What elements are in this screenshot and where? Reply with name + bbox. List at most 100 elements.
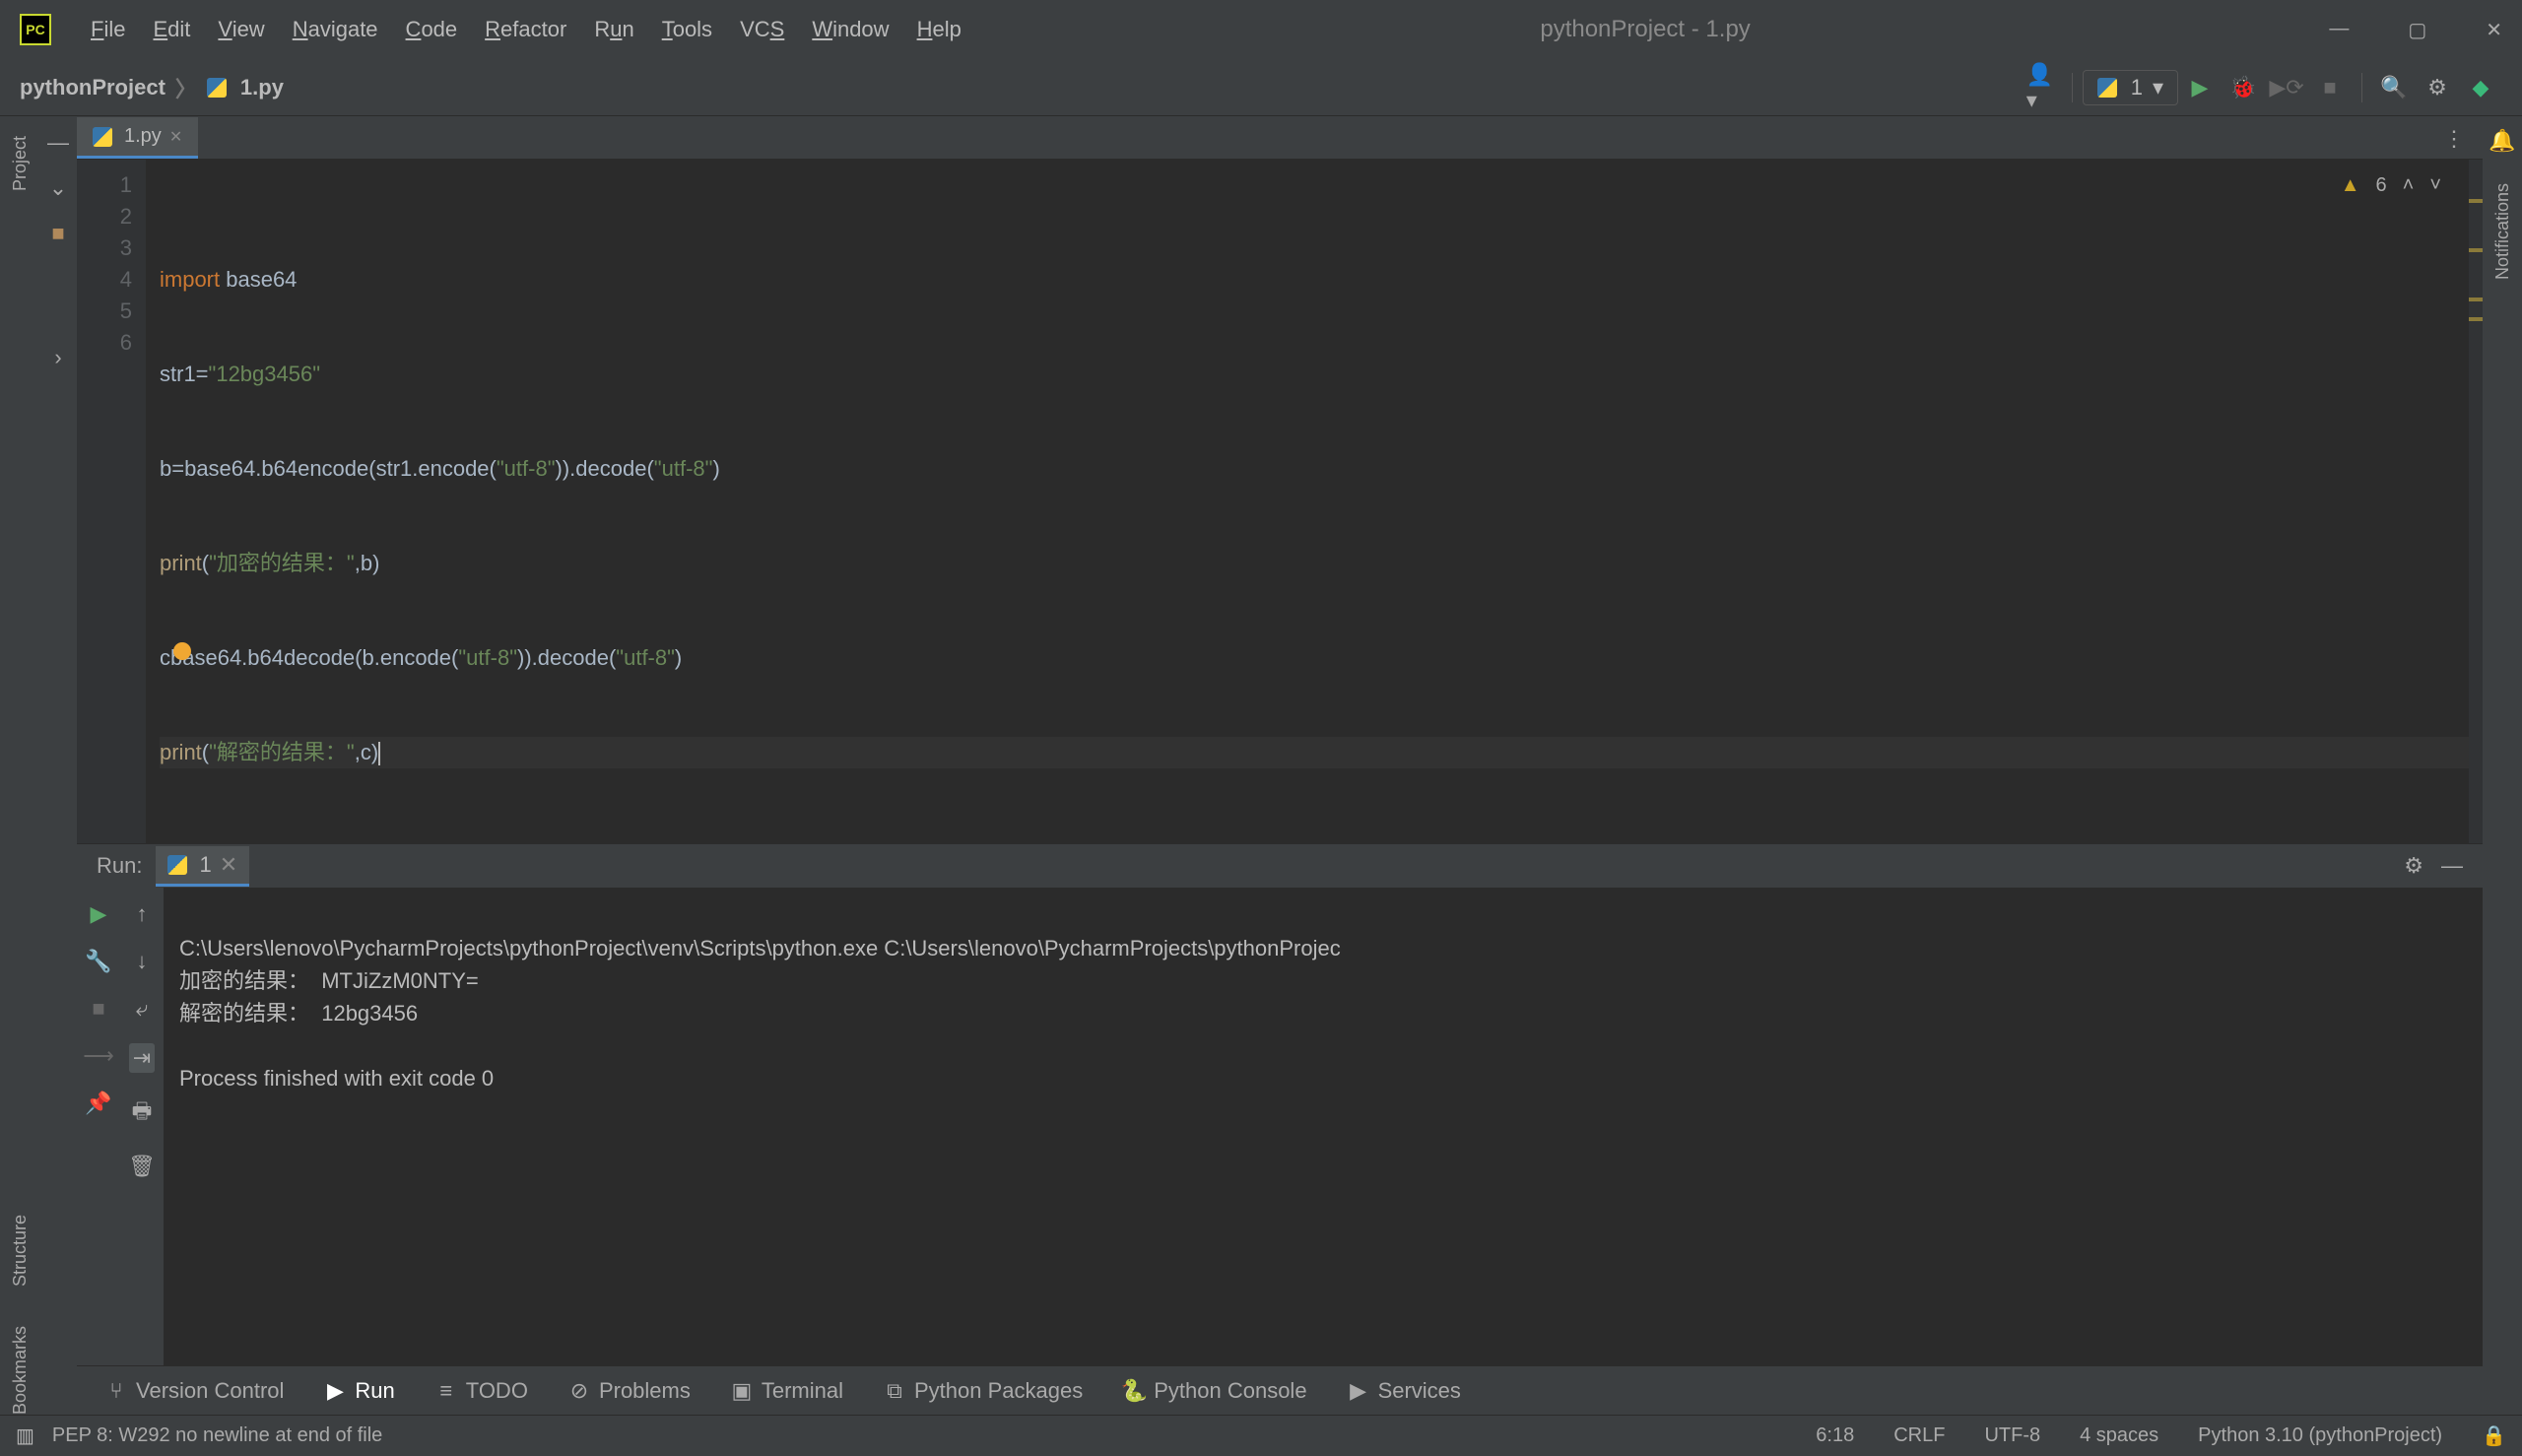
stop-run-icon[interactable]: ■ xyxy=(92,996,104,1022)
right-tool-stripe: 🔔 Notifications xyxy=(2483,116,2522,1415)
interpreter-widget[interactable]: Python 3.10 (pythonProject) xyxy=(2198,1424,2442,1447)
warning-mark[interactable] xyxy=(2469,248,2483,252)
run-button[interactable]: ▶ xyxy=(2186,74,2214,101)
code-token: "utf-8" xyxy=(616,645,675,670)
soft-wrap-icon[interactable]: ⤶ xyxy=(136,996,148,1022)
coverage-button[interactable]: ▶⟳ xyxy=(2273,74,2300,101)
menu-code[interactable]: Code xyxy=(406,17,458,42)
run-config-selector[interactable]: 1 ▾ xyxy=(2083,70,2178,105)
hide-tool-icon[interactable]: — xyxy=(2441,853,2463,879)
bottom-tool-strip: ⑂Version Control ▶Run ≡TODO ⊘Problems ▣T… xyxy=(77,1365,2483,1415)
folder-icon[interactable]: ■ xyxy=(51,221,64,246)
error-stripe[interactable] xyxy=(2469,160,2483,843)
editor-tab[interactable]: 1.py ✕ xyxy=(77,117,198,159)
warning-mark[interactable] xyxy=(2469,317,2483,321)
pycharm-icon: PC xyxy=(20,14,51,45)
debug-button[interactable]: 🐞 xyxy=(2229,74,2257,101)
code-token: "解密的结果：" xyxy=(209,740,355,764)
breadcrumb-file[interactable]: 1.py xyxy=(240,75,284,100)
add-user-icon[interactable]: 👤▾ xyxy=(2026,74,2054,101)
lock-icon[interactable]: 🔒 xyxy=(2482,1423,2506,1448)
menu-run[interactable]: Run xyxy=(594,17,633,42)
services-button[interactable]: ▶Services xyxy=(1349,1378,1461,1404)
warning-mark[interactable] xyxy=(2469,199,2483,203)
packages-icon: ⧉ xyxy=(885,1381,904,1401)
menu-help[interactable]: Help xyxy=(917,17,962,42)
close-run-tab-icon[interactable]: ✕ xyxy=(220,852,237,878)
maximize-icon[interactable]: ▢ xyxy=(2408,18,2426,42)
print-icon[interactable]: 🖶 xyxy=(132,1094,153,1132)
scroll-to-end-icon[interactable]: ⇥ xyxy=(129,1043,155,1073)
notifications-tool-button[interactable]: Notifications xyxy=(2492,183,2513,280)
status-widgets-icon[interactable]: ▥ xyxy=(16,1423,34,1448)
inspection-widget[interactable]: ▲ 6 ˄ ˅ xyxy=(2341,169,2441,201)
toolbox-icon[interactable]: ◆ xyxy=(2467,74,2494,101)
python-packages-button[interactable]: ⧉Python Packages xyxy=(885,1378,1083,1404)
notifications-bell-icon[interactable]: 🔔 xyxy=(2489,128,2515,154)
intention-bulb-icon[interactable] xyxy=(173,642,191,660)
close-tab-icon[interactable]: ✕ xyxy=(169,127,182,147)
terminal-button[interactable]: ▣Terminal xyxy=(732,1378,843,1404)
version-control-button[interactable]: ⑂Version Control xyxy=(106,1378,284,1404)
warning-mark[interactable] xyxy=(2469,298,2483,301)
exit-icon[interactable]: ⟶ xyxy=(83,1043,114,1069)
run-settings-icon[interactable]: ⚙ xyxy=(2404,853,2423,879)
tree-chevron-down-icon[interactable]: ⌄ xyxy=(49,175,67,201)
problems-button[interactable]: ⊘Problems xyxy=(569,1378,691,1404)
trash-icon[interactable]: 🗑 xyxy=(128,1154,156,1179)
run-tab[interactable]: 1 ✕ xyxy=(156,846,249,887)
wrench-icon[interactable]: 🔧 xyxy=(85,949,111,974)
editor-tab-label: 1.py xyxy=(124,125,162,148)
next-highlight-icon[interactable]: ˅ xyxy=(2429,169,2441,201)
code-editor[interactable]: ▲ 6 ˄ ˅ import base64 str1="12bg3456" b=… xyxy=(146,160,2469,843)
breadcrumb-project[interactable]: pythonProject xyxy=(20,75,166,100)
menu-navigate[interactable]: Navigate xyxy=(293,17,378,42)
code-token: ) xyxy=(675,645,682,670)
separator xyxy=(2072,73,2073,102)
settings-icon[interactable]: ⚙ xyxy=(2423,74,2451,101)
search-icon[interactable]: 🔍 xyxy=(2380,74,2408,101)
list-icon: ≡ xyxy=(436,1381,456,1401)
todo-button[interactable]: ≡TODO xyxy=(436,1378,528,1404)
indent-widget[interactable]: 4 spaces xyxy=(2080,1424,2158,1447)
editor-tab-bar: 1.py ✕ ⋮ xyxy=(77,116,2483,160)
down-icon[interactable]: ↓ xyxy=(137,949,148,974)
warning-count: 6 xyxy=(2376,169,2387,201)
line-separator[interactable]: CRLF xyxy=(1893,1424,1945,1447)
up-icon[interactable]: ↑ xyxy=(137,901,148,927)
project-tool-button[interactable]: Project xyxy=(10,136,31,191)
menu-refactor[interactable]: Refactor xyxy=(485,17,566,42)
menu-tools[interactable]: Tools xyxy=(662,17,712,42)
caret-position[interactable]: 6:18 xyxy=(1816,1424,1854,1447)
menu-edit[interactable]: Edit xyxy=(153,17,190,42)
structure-tool-button[interactable]: Structure xyxy=(10,1215,31,1287)
rerun-icon[interactable]: ▶ xyxy=(91,901,107,927)
menu-window[interactable]: Window xyxy=(812,17,889,42)
python-console-button[interactable]: 🐍Python Console xyxy=(1124,1378,1306,1404)
left-tool-stripe: Project Structure Bookmarks xyxy=(0,116,39,1415)
menu-view[interactable]: View xyxy=(218,17,264,42)
python-file-icon xyxy=(93,127,112,147)
code-token: b=base64.b64encode(str1.encode( xyxy=(160,456,497,481)
run-tool-button[interactable]: ▶Run xyxy=(325,1378,394,1404)
code-token: print xyxy=(160,551,202,575)
collapse-icon[interactable]: — xyxy=(47,130,69,156)
menu-vcs[interactable]: VCS xyxy=(740,17,784,42)
tab-more-icon[interactable]: ⋮ xyxy=(2443,126,2465,152)
code-token: )).decode( xyxy=(556,456,654,481)
console-output[interactable]: C:\Users\lenovo\PycharmProjects\pythonPr… xyxy=(164,888,2483,1365)
close-icon[interactable]: ✕ xyxy=(2486,18,2502,42)
file-encoding[interactable]: UTF-8 xyxy=(1984,1424,2040,1447)
code-token: ) xyxy=(712,456,719,481)
minimize-icon[interactable]: — xyxy=(2329,18,2349,42)
python-file-icon xyxy=(207,78,227,98)
prev-highlight-icon[interactable]: ˄ xyxy=(2403,169,2415,201)
warning-icon: ▲ xyxy=(2341,169,2360,201)
pin-icon[interactable]: 📌 xyxy=(85,1091,111,1116)
line-number: 2 xyxy=(77,201,132,232)
stop-button[interactable]: ■ xyxy=(2316,74,2344,101)
menu-file[interactable]: File xyxy=(91,17,125,42)
breadcrumb-separator: 〉 xyxy=(175,72,197,103)
tree-chevron-right-icon[interactable]: › xyxy=(54,345,61,370)
bookmarks-tool-button[interactable]: Bookmarks xyxy=(10,1326,31,1415)
